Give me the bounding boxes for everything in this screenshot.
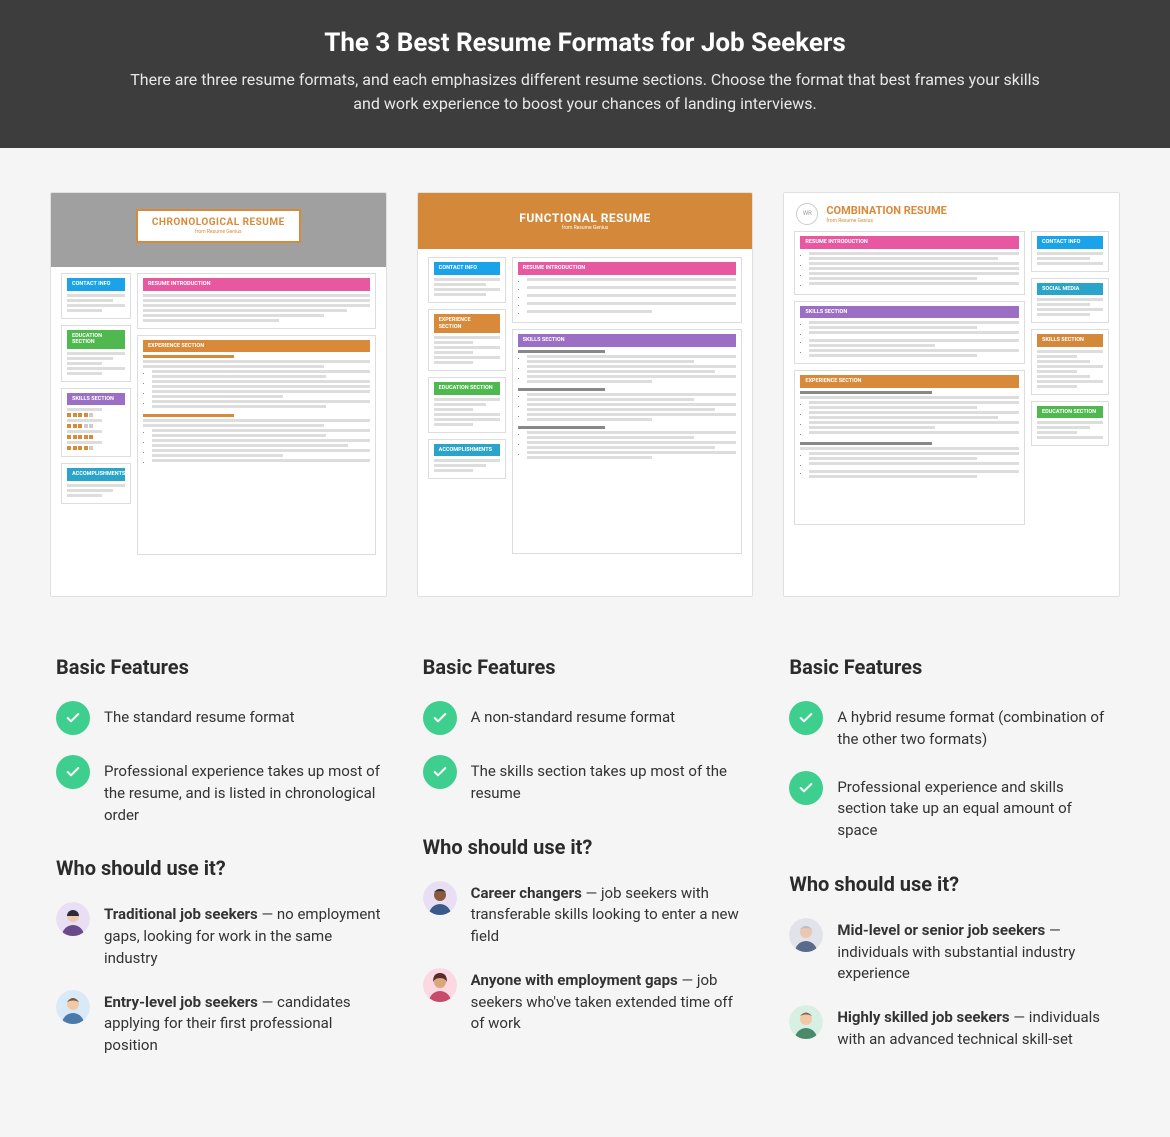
- column-functional: FUNCTIONAL RESUME from Resume Genius CON…: [417, 192, 754, 1077]
- who-item: Career changers — job seekers with trans…: [423, 881, 748, 948]
- feature-item: Professional experience and skills secti…: [789, 771, 1114, 842]
- check-icon: [789, 701, 823, 735]
- label-skills2: SKILLS SECTION: [1037, 334, 1103, 347]
- label-exp: EXPERIENCE SECTION: [143, 340, 370, 353]
- avatar-icon: [423, 968, 457, 1002]
- who-heading: Who should use it?: [789, 872, 1114, 896]
- feature-item: The skills section takes up most of the …: [423, 755, 748, 805]
- feature-item: The standard resume format: [56, 701, 381, 735]
- label-intro: RESUME INTRODUCTION: [518, 262, 737, 275]
- who-item: Mid-level or senior job seekers — indivi…: [789, 918, 1114, 985]
- page-subtitle: There are three resume formats, and each…: [120, 68, 1050, 116]
- avatar-icon: [789, 918, 823, 952]
- who-item: Traditional job seekers — no employment …: [56, 902, 381, 969]
- avatar-icon: [56, 990, 90, 1024]
- feature-text: Professional experience and skills secti…: [837, 771, 1114, 842]
- check-icon: [423, 755, 457, 789]
- label-edu: EDUCATION SECTION: [67, 330, 125, 349]
- feature-item: Professional experience takes up most of…: [56, 755, 381, 826]
- check-icon: [423, 701, 457, 735]
- label-skills: SKILLS SECTION: [800, 306, 1019, 319]
- label-social: SOCIAL MEDIA: [1037, 283, 1103, 296]
- resume-thumbnail-chronological: CHRONOLOGICAL RESUME from Resume Genius …: [50, 192, 387, 597]
- feature-text: Professional experience takes up most of…: [104, 755, 381, 826]
- label-contact: CONTACT INFO: [434, 262, 500, 275]
- who-text: Traditional job seekers — no employment …: [104, 902, 381, 969]
- thumb-subtitle: from Resume Genius: [152, 229, 285, 235]
- who-heading: Who should use it?: [56, 856, 381, 880]
- avatar-icon: [789, 1005, 823, 1039]
- label-exp: EXPERIENCE SECTION: [434, 314, 500, 333]
- features-heading: Basic Features: [56, 655, 381, 679]
- feature-item: A non-standard resume format: [423, 701, 748, 735]
- resume-thumbnail-functional: FUNCTIONAL RESUME from Resume Genius CON…: [417, 192, 754, 597]
- features-heading: Basic Features: [423, 655, 748, 679]
- resume-thumbnail-combination: WR COMBINATION RESUME from Resume Genius…: [783, 192, 1120, 597]
- feature-text: The skills section takes up most of the …: [471, 755, 748, 805]
- label-contact: CONTACT INFO: [1037, 236, 1103, 249]
- features-heading: Basic Features: [789, 655, 1114, 679]
- feature-text: A non-standard resume format: [471, 701, 675, 729]
- column-combination: WR COMBINATION RESUME from Resume Genius…: [783, 192, 1120, 1077]
- feature-text: The standard resume format: [104, 701, 295, 729]
- label-skills: SKILLS SECTION: [518, 334, 737, 347]
- check-icon: [789, 771, 823, 805]
- label-edu: EDUCATION SECTION: [434, 382, 500, 395]
- avatar-icon: [56, 902, 90, 936]
- label-intro: RESUME INTRODUCTION: [800, 236, 1019, 249]
- column-chronological: CHRONOLOGICAL RESUME from Resume Genius …: [50, 192, 387, 1077]
- label-skills: SKILLS SECTION: [67, 393, 125, 406]
- format-grid: CHRONOLOGICAL RESUME from Resume Genius …: [0, 148, 1170, 1137]
- who-item: Anyone with employment gaps — job seeker…: [423, 968, 748, 1035]
- who-heading: Who should use it?: [423, 835, 748, 859]
- thumb-subtitle: from Resume Genius: [826, 218, 946, 224]
- hero-banner: The 3 Best Resume Formats for Job Seeker…: [0, 0, 1170, 148]
- label-accomp: ACCOMPLISHMENTS: [67, 468, 125, 481]
- avatar-icon: [423, 881, 457, 915]
- thumb-title: COMBINATION RESUME: [826, 204, 946, 217]
- who-text: Mid-level or senior job seekers — indivi…: [837, 918, 1114, 985]
- who-text: Anyone with employment gaps — job seeker…: [471, 968, 748, 1035]
- thumb-title: CHRONOLOGICAL RESUME: [152, 217, 285, 229]
- who-text: Career changers — job seekers with trans…: [471, 881, 748, 948]
- check-icon: [56, 755, 90, 789]
- page-title: The 3 Best Resume Formats for Job Seeker…: [120, 28, 1050, 58]
- who-item: Highly skilled job seekers — individuals…: [789, 1005, 1114, 1051]
- check-icon: [56, 701, 90, 735]
- feature-text: A hybrid resume format (combination of t…: [837, 701, 1114, 751]
- label-intro: RESUME INTRODUCTION: [143, 278, 370, 291]
- who-item: Entry-level job seekers — candidates app…: [56, 990, 381, 1057]
- who-text: Entry-level job seekers — candidates app…: [104, 990, 381, 1057]
- thumb-subtitle: from Resume Genius: [418, 225, 753, 231]
- label-accomp: ACCOMPLISHMENTS: [434, 444, 500, 457]
- who-text: Highly skilled job seekers — individuals…: [837, 1005, 1114, 1051]
- thumb-title: FUNCTIONAL RESUME: [418, 211, 753, 225]
- thumb-avatar-circle: WR: [796, 203, 818, 225]
- feature-item: A hybrid resume format (combination of t…: [789, 701, 1114, 751]
- label-edu: EDUCATION SECTION: [1037, 406, 1103, 419]
- label-contact: CONTACT INFO: [67, 278, 125, 291]
- label-exp: EXPERIENCE SECTION: [800, 375, 1019, 388]
